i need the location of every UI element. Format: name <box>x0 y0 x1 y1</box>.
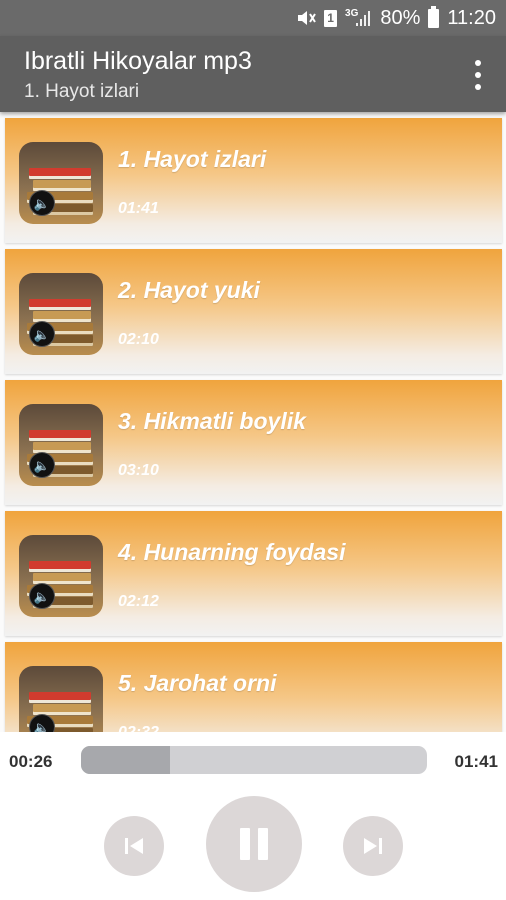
sim-number: 1 <box>324 9 338 27</box>
now-playing-subtitle: 1. Hayot izlari <box>24 81 140 102</box>
mute-icon <box>296 9 316 27</box>
total-time: 01:41 <box>454 752 498 771</box>
signal-icon: 3G <box>345 8 372 27</box>
more-vert-icon[interactable] <box>468 60 488 90</box>
battery-percent: 80% <box>380 6 421 29</box>
track-duration: 01:41 <box>118 200 159 217</box>
player-controls: 00:26 01:41 <box>0 732 506 900</box>
track-thumbnail: 🔈 <box>19 535 103 617</box>
track-item[interactable]: 🔈 2. Hayot yuki 02:10 <box>5 249 502 374</box>
track-item[interactable]: 🔈 5. Jarohat orni 02:32 <box>5 642 502 732</box>
track-title: 3. Hikmatli boylik <box>118 408 306 434</box>
track-list[interactable]: 🔈 1. Hayot izlari 01:41 🔈 2. Hayot yuki … <box>0 112 506 732</box>
battery-charging-icon <box>428 5 440 28</box>
status-bar: 1 3G 80% 11:20 <box>0 0 506 36</box>
track-duration: 02:32 <box>118 724 159 732</box>
speaker-icon: 🔈 <box>29 583 55 609</box>
skip-previous-icon <box>125 838 143 854</box>
speaker-icon: 🔈 <box>29 321 55 347</box>
speaker-icon: 🔈 <box>29 452 55 478</box>
speaker-icon: 🔈 <box>29 190 55 216</box>
seek-bar-progress <box>81 746 170 774</box>
track-item[interactable]: 🔈 3. Hikmatli boylik 03:10 <box>5 380 502 505</box>
track-thumbnail: 🔈 <box>19 666 103 732</box>
sim-icon: 1 <box>324 9 338 27</box>
track-title: 1. Hayot izlari <box>118 146 267 172</box>
skip-previous-button[interactable] <box>104 816 164 876</box>
skip-next-icon <box>364 838 382 854</box>
track-duration: 02:12 <box>118 593 159 610</box>
skip-next-button[interactable] <box>343 816 403 876</box>
seek-bar[interactable] <box>81 746 427 774</box>
clock: 11:20 <box>447 6 496 29</box>
track-title: 5. Jarohat orni <box>118 670 277 696</box>
track-title: 4. Hunarning foydasi <box>118 539 346 565</box>
pause-button[interactable] <box>206 796 302 892</box>
track-item[interactable]: 🔈 1. Hayot izlari 01:41 <box>5 118 502 243</box>
track-item[interactable]: 🔈 4. Hunarning foydasi 02:12 <box>5 511 502 636</box>
track-duration: 03:10 <box>118 462 159 479</box>
current-time: 00:26 <box>9 752 53 771</box>
track-title: 2. Hayot yuki <box>118 277 260 303</box>
track-thumbnail: 🔈 <box>19 142 103 224</box>
track-duration: 02:10 <box>118 331 159 348</box>
app-bar: Ibratli Hikoyalar mp3 1. Hayot izlari <box>0 36 506 112</box>
pause-icon <box>240 828 268 860</box>
app-title: Ibratli Hikoyalar mp3 <box>24 47 252 75</box>
track-thumbnail: 🔈 <box>19 273 103 355</box>
track-thumbnail: 🔈 <box>19 404 103 486</box>
